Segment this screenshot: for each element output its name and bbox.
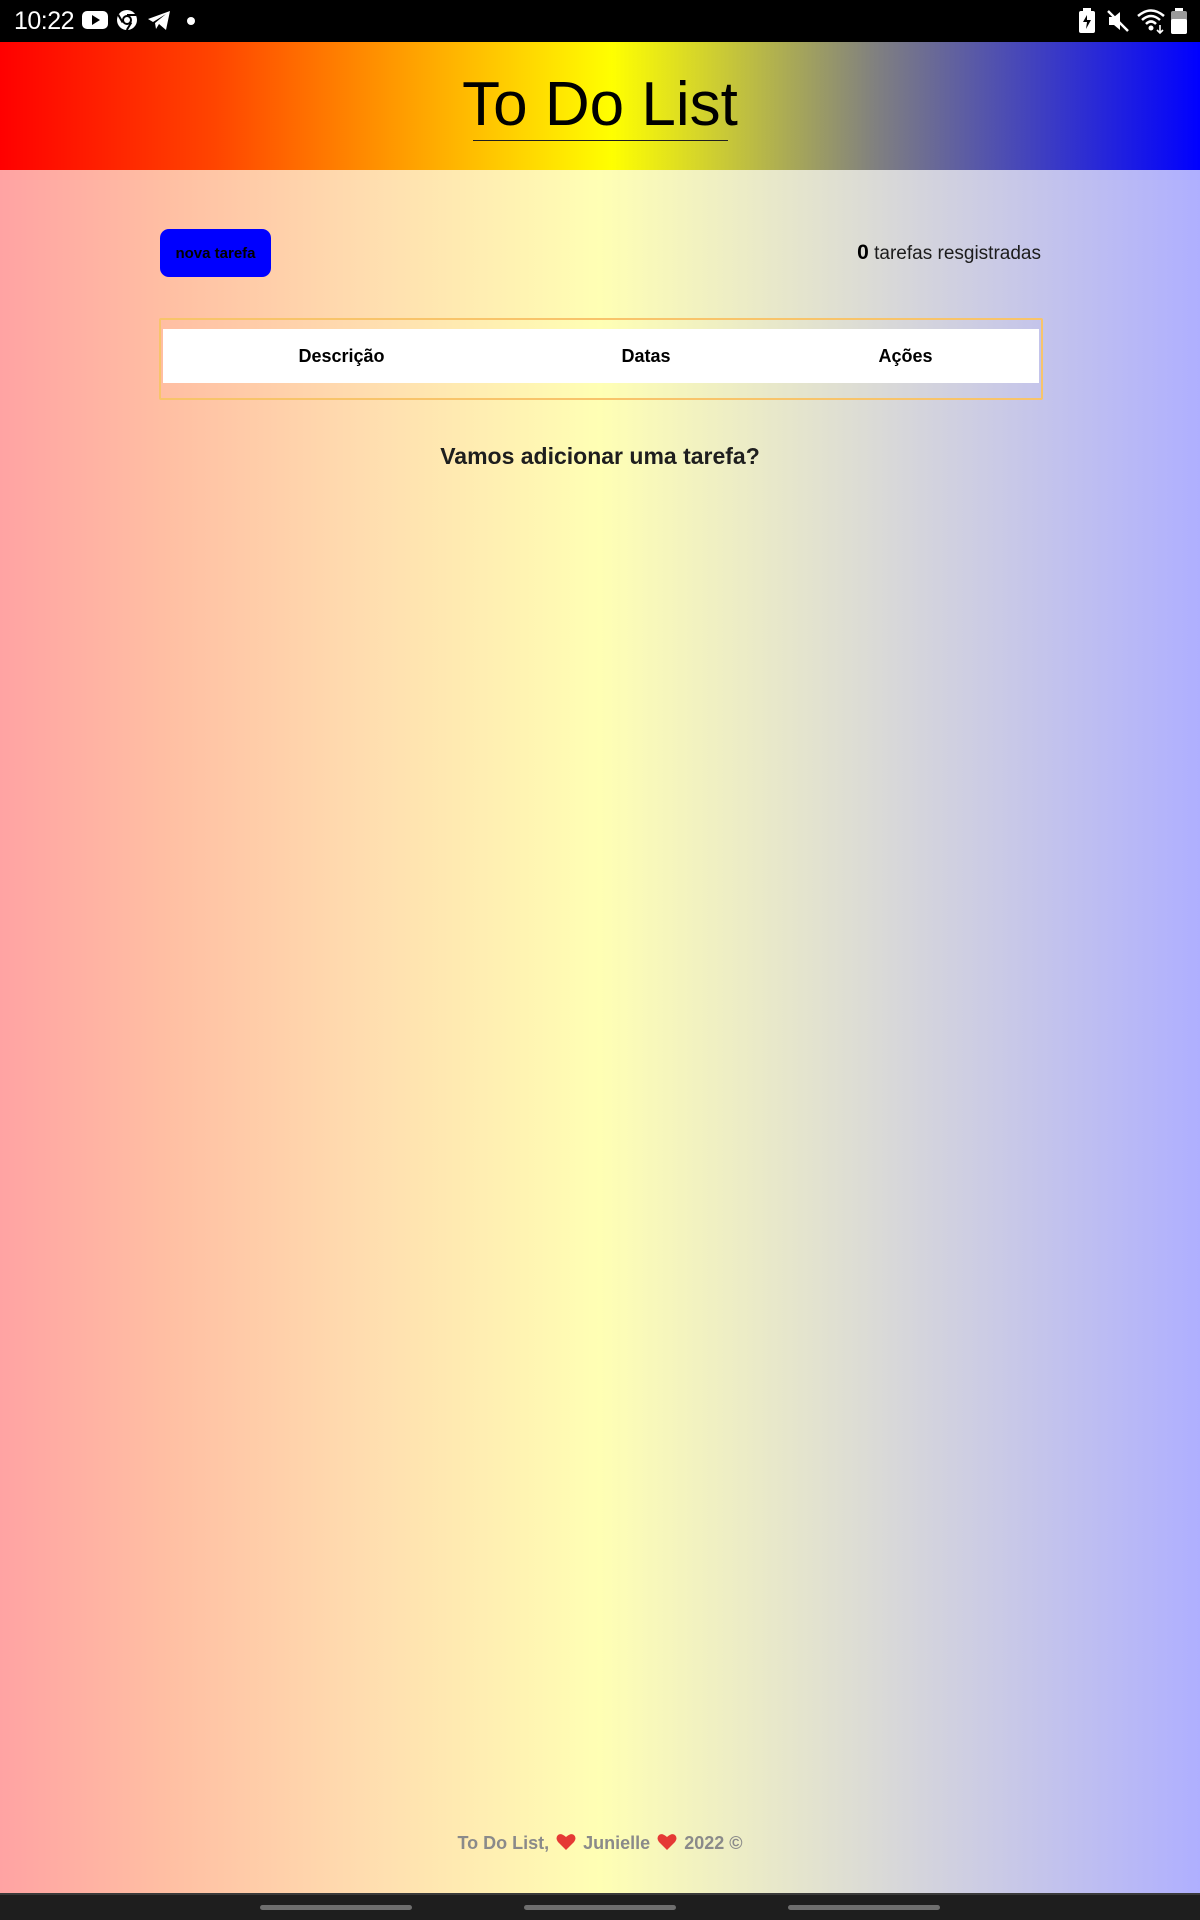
heart-icon bbox=[556, 1834, 576, 1850]
notification-dot-icon bbox=[187, 17, 195, 25]
nav-handle-center[interactable] bbox=[524, 1905, 676, 1910]
chrome-icon bbox=[117, 10, 137, 31]
youtube-icon bbox=[82, 11, 108, 29]
status-time: 10:22 bbox=[14, 7, 75, 35]
new-task-button[interactable]: nova tarefa bbox=[160, 229, 271, 277]
battery-icon bbox=[1171, 8, 1187, 34]
task-count-label: tarefas resgistradas bbox=[868, 243, 1041, 264]
heart-icon bbox=[657, 1834, 677, 1850]
mute-icon bbox=[1107, 10, 1129, 32]
footer: To Do List, Junielle 2022 © bbox=[0, 1833, 1200, 1854]
battery-saver-icon bbox=[1079, 8, 1095, 33]
column-header-datas: Datas bbox=[621, 346, 671, 366]
task-counter: 0 tarefas resgistradas bbox=[857, 241, 1041, 265]
footer-app-name: To Do List, bbox=[457, 1833, 555, 1853]
nav-handle-left[interactable] bbox=[260, 1905, 412, 1910]
navigation-bar bbox=[0, 1893, 1200, 1920]
empty-state-message: Vamos adicionar uma tarefa? bbox=[440, 443, 760, 469]
title-underline bbox=[473, 140, 728, 141]
app-header: To Do List bbox=[0, 42, 1200, 170]
telegram-icon bbox=[148, 11, 170, 30]
task-table: Descrição Datas Ações bbox=[159, 318, 1043, 400]
footer-copyright: 2022 © bbox=[679, 1833, 743, 1853]
column-header-descricao: Descrição bbox=[298, 346, 385, 366]
page-title: To Do List bbox=[462, 70, 738, 139]
main-content: nova tarefa 0 tarefas resgistradas Descr… bbox=[0, 170, 1200, 1893]
status-bar: 10:22 bbox=[0, 0, 1200, 42]
column-header-acoes: Ações bbox=[878, 346, 933, 366]
table-header: Descrição Datas Ações bbox=[163, 329, 1039, 383]
task-count: 0 bbox=[857, 241, 869, 264]
nav-handle-right[interactable] bbox=[788, 1905, 940, 1910]
wifi-icon bbox=[1137, 9, 1165, 34]
footer-author: Junielle bbox=[578, 1833, 656, 1853]
